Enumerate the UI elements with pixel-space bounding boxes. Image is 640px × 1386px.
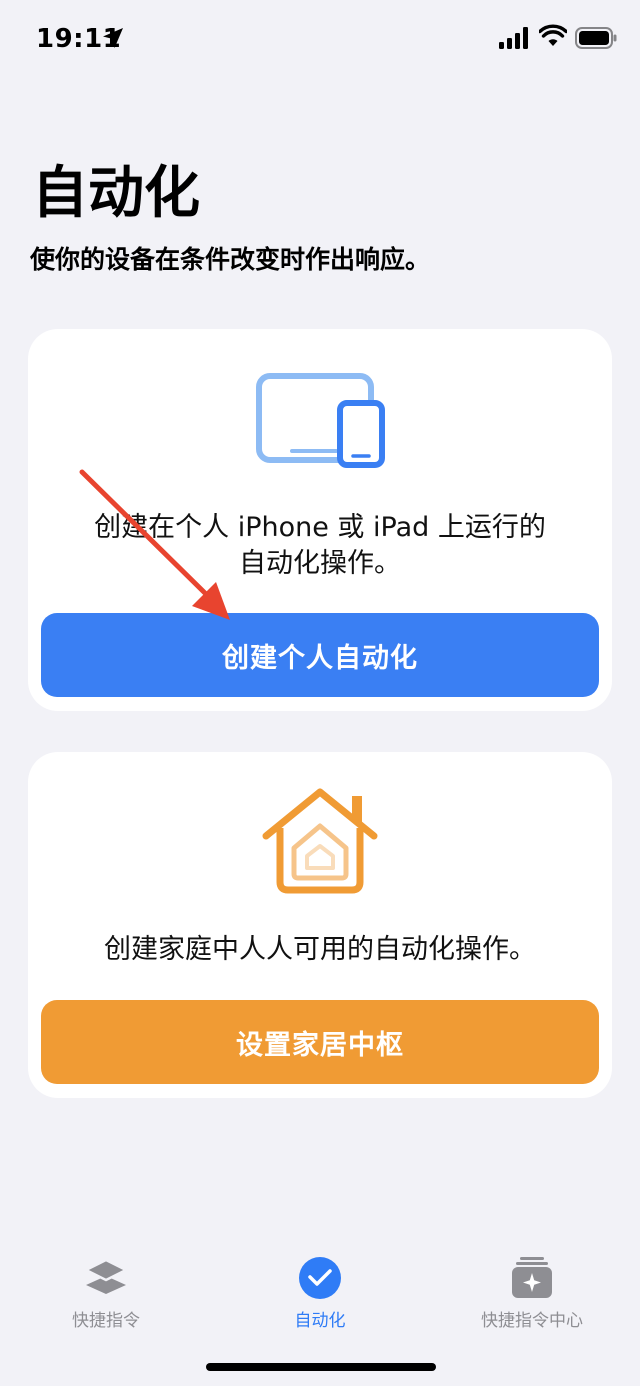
tab-shortcuts[interactable]: 快捷指令 — [6, 1254, 206, 1331]
location-arrow-icon — [103, 28, 123, 48]
cellular-signal-icon — [499, 27, 528, 49]
tab-automation-label: 自动化 — [294, 1311, 346, 1331]
home-icon — [262, 788, 378, 894]
page-title: 自动化 — [32, 161, 200, 226]
setup-home-hub-button[interactable]: 设置家居中枢 — [41, 1000, 599, 1084]
layers-icon — [84, 1258, 128, 1294]
tab-automation[interactable]: 自动化 — [220, 1254, 420, 1331]
annotation-arrow — [79, 469, 230, 620]
home-indicator[interactable] — [206, 1363, 436, 1371]
checkmark-clock-icon — [299, 1257, 341, 1299]
battery-icon — [575, 27, 617, 49]
wifi-icon — [539, 24, 567, 46]
home-card-description: 创建家庭中人人可用的自动化操作。 — [104, 934, 536, 965]
tab-gallery-label: 快捷指令中心 — [481, 1311, 583, 1331]
home-automation-card: 创建家庭中人人可用的自动化操作。 设置家居中枢 — [28, 752, 612, 1098]
tab-shortcuts-label: 快捷指令 — [72, 1311, 140, 1331]
page-subtitle: 使你的设备在条件改变时作出响应。 — [30, 245, 431, 274]
gallery-sparkle-icon — [512, 1257, 552, 1298]
tab-gallery[interactable]: 快捷指令中心 — [432, 1254, 632, 1331]
status-bar: 19:11 — [0, 0, 640, 80]
ipad-iphone-icon — [256, 373, 385, 468]
